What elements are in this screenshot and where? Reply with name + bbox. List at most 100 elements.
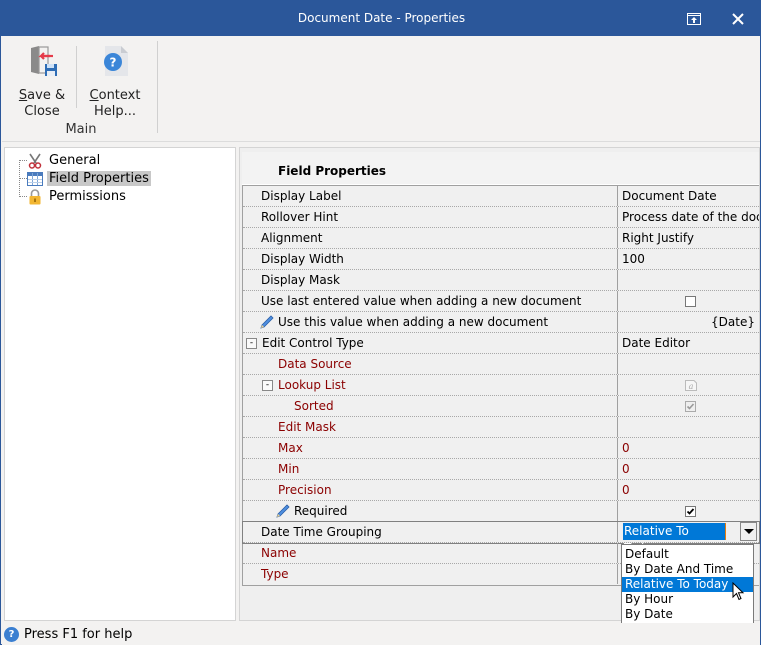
property-name: Date Time Grouping <box>243 522 618 542</box>
property-value[interactable]: 100 <box>619 249 759 269</box>
property-name: Min <box>243 459 618 479</box>
property-row[interactable]: Precision 0 <box>243 480 759 501</box>
chevron-down-icon <box>743 529 754 534</box>
property-value[interactable]: 0 <box>619 438 759 458</box>
property-row[interactable]: Display Width 100 <box>243 249 759 270</box>
property-name: Alignment <box>243 228 618 248</box>
property-row[interactable]: Display Label Document Date <box>243 186 759 207</box>
properties-window: Document Date - Properties Save & Close … <box>0 0 761 645</box>
property-value[interactable]: Document Date <box>619 186 759 206</box>
property-name: Display Mask <box>243 270 618 290</box>
property-name: Data Source <box>243 354 618 374</box>
property-row[interactable]: Max 0 <box>243 438 759 459</box>
property-row[interactable]: Edit Mask <box>243 417 759 438</box>
status-text: Press F1 for help <box>24 626 133 642</box>
title-bar: Document Date - Properties <box>1 1 761 36</box>
table-icon <box>27 171 43 187</box>
tree-connector <box>19 196 27 197</box>
property-value[interactable]: 0 <box>619 480 759 500</box>
context-help-label-line1: ontext <box>98 88 141 103</box>
collapse-toggle[interactable]: - <box>246 337 257 349</box>
context-help-icon: ? <box>98 44 132 78</box>
property-name: Display Width <box>243 249 618 269</box>
property-value[interactable]: Right Justify <box>619 228 759 248</box>
date-time-grouping-combo[interactable]: Relative To Today <box>623 523 726 555</box>
navigation-tree: General Field Properties Permissions <box>4 147 236 621</box>
tree-item-permissions[interactable]: Permissions <box>27 188 128 205</box>
scissors-icon <box>27 153 43 169</box>
tree-item-field-properties[interactable]: Field Properties <box>27 170 151 187</box>
property-name: Max <box>243 438 618 458</box>
property-value[interactable]: {Date} <box>619 312 759 332</box>
property-row[interactable]: Use last entered value when adding a new… <box>243 291 759 312</box>
property-row[interactable]: Min 0 <box>243 459 759 480</box>
property-name: Use last entered value when adding a new… <box>243 291 618 311</box>
property-row[interactable]: Data Source <box>243 354 759 375</box>
property-name-cell: - Lookup List <box>243 375 618 395</box>
property-value[interactable]: a <box>619 375 759 395</box>
property-name: Use this value when adding a new documen… <box>278 315 549 329</box>
property-name: Lookup List <box>278 378 346 392</box>
dropdown-option[interactable]: Default <box>622 547 753 562</box>
tree-item-label: General <box>49 153 101 168</box>
save-close-label-mnemonic: S <box>18 88 28 103</box>
property-row[interactable]: Date Time Grouping Relative To Today <box>242 521 760 555</box>
tree-connector <box>19 178 27 179</box>
tree-item-label: Permissions <box>49 189 126 204</box>
property-name-cell: Use this value when adding a new documen… <box>243 312 618 332</box>
context-help-label-mnemonic: C <box>89 88 99 103</box>
property-value[interactable] <box>619 417 759 437</box>
property-value <box>619 291 759 311</box>
property-row[interactable]: Use this value when adding a new documen… <box>243 312 759 333</box>
required-checkbox[interactable] <box>685 505 696 517</box>
close-button[interactable] <box>723 7 753 31</box>
use-last-value-checkbox[interactable] <box>685 295 696 307</box>
property-row[interactable]: - Edit Control Type Date Editor <box>243 333 759 354</box>
tree-item-label: Field Properties <box>47 171 151 186</box>
lock-icon <box>27 188 43 205</box>
property-name: Precision <box>243 480 618 500</box>
text-document-icon: a <box>684 380 697 391</box>
context-help-label-line2: Help... <box>93 104 137 119</box>
property-value[interactable]: Process date of the doc <box>619 207 759 227</box>
pencil-icon <box>275 504 291 518</box>
property-name: Edit Control Type <box>262 336 364 350</box>
property-value[interactable] <box>619 354 759 374</box>
svg-text:a: a <box>688 382 693 391</box>
collapse-toggle[interactable]: - <box>262 379 273 391</box>
property-row[interactable]: - Lookup List a <box>243 375 759 396</box>
ribbon: Save & Close ? Context Help... Main <box>2 36 760 142</box>
sorted-checkbox[interactable] <box>685 400 696 412</box>
property-name-cell: - Edit Control Type <box>243 333 618 353</box>
close-icon <box>732 13 744 25</box>
property-value[interactable]: 0 <box>619 459 759 479</box>
property-name: Display Label <box>243 186 618 206</box>
property-row[interactable]: Rollover Hint Process date of the doc <box>243 207 759 228</box>
context-help-button[interactable]: ? Context Help... <box>85 44 145 120</box>
save-close-button[interactable]: Save & Close <box>16 44 68 120</box>
restore-window-icon <box>687 13 701 25</box>
property-row[interactable]: Alignment Right Justify <box>243 228 759 249</box>
tree-connector <box>19 160 27 161</box>
ribbon-group-separator <box>157 41 158 133</box>
property-value[interactable]: Date Editor <box>619 333 759 353</box>
dropdown-option[interactable]: By Date And Time <box>622 562 753 577</box>
property-row[interactable]: Display Mask <box>243 270 759 291</box>
dropdown-option[interactable]: By Date <box>622 607 753 622</box>
property-name: Rollover Hint <box>243 207 618 227</box>
property-name: Sorted <box>243 396 618 416</box>
property-row[interactable]: Sorted <box>243 396 759 417</box>
property-name: Edit Mask <box>243 417 618 437</box>
ribbon-group-label: Main <box>65 122 97 137</box>
ribbon-separator <box>76 46 77 108</box>
property-name-cell: Required <box>243 501 618 521</box>
property-value[interactable] <box>619 270 759 290</box>
tree-item-general[interactable]: General <box>27 152 102 169</box>
property-row[interactable]: Required <box>243 501 759 522</box>
window-title: Document Date - Properties <box>297 11 466 25</box>
combo-dropdown-button[interactable] <box>740 522 757 541</box>
mouse-cursor-icon <box>732 582 745 601</box>
status-bar: ? Press F1 for help <box>2 623 760 645</box>
restore-window-button[interactable] <box>679 7 709 31</box>
save-close-icon <box>25 44 59 78</box>
